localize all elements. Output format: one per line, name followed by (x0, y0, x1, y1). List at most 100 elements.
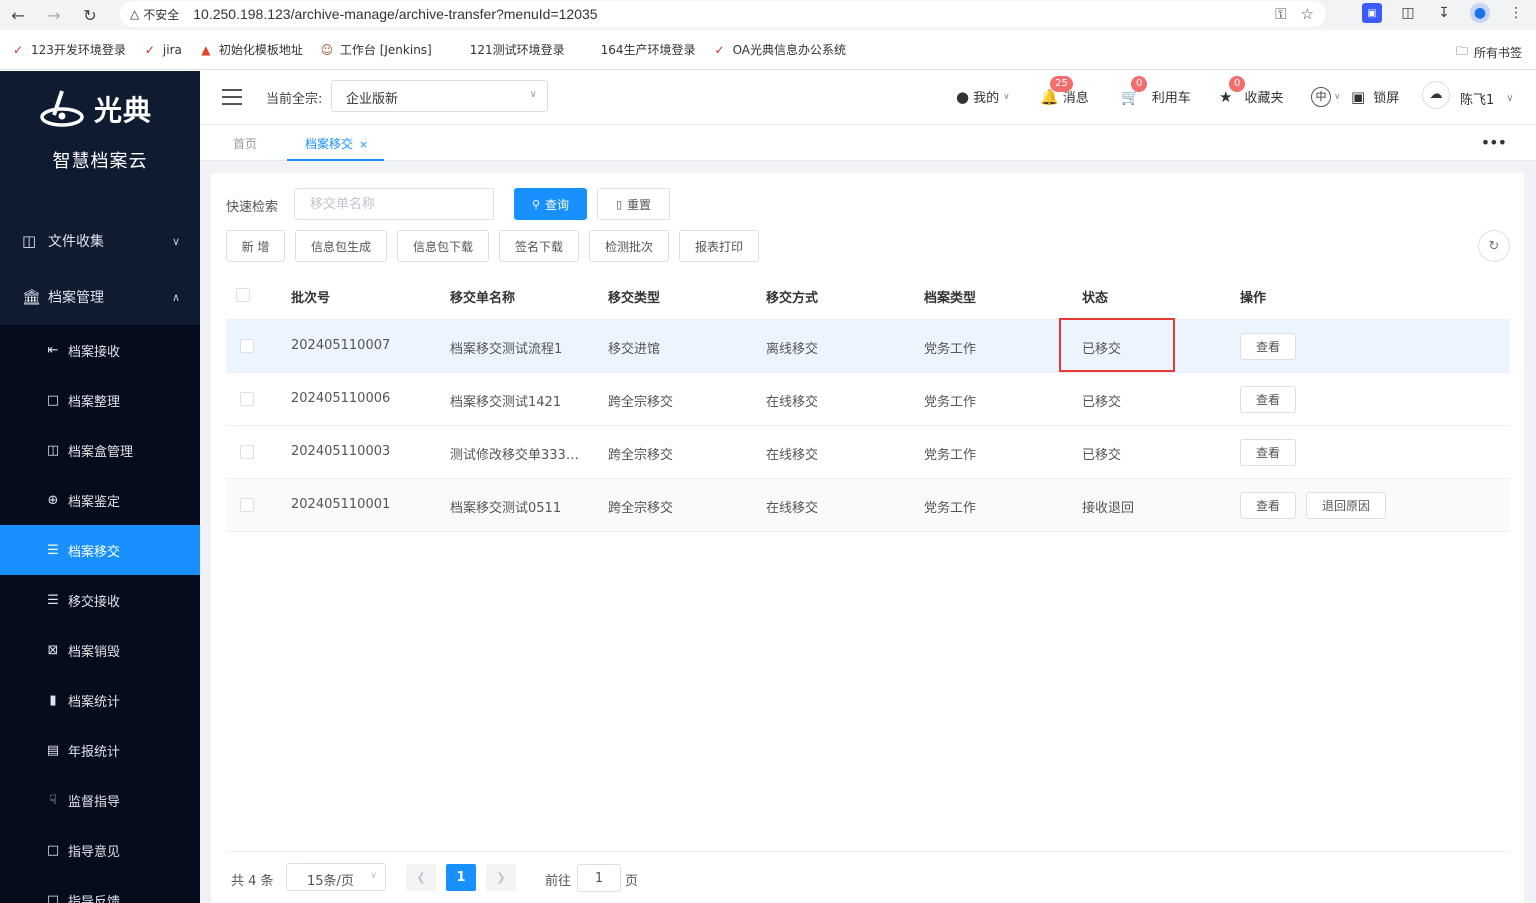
bookmark-item[interactable]: ▲ 初始化模板地址 (198, 41, 303, 58)
reset-button[interactable]: ▯ 重置 (597, 188, 670, 220)
view-button[interactable]: 查看 (1240, 439, 1296, 466)
transfer-mode: 在线移交 (766, 395, 819, 410)
user-menu[interactable]: ☁ 陈飞1 ∨ (1422, 81, 1514, 109)
bookmark-item[interactable]: ✓ OA光典信息办公系统 (712, 41, 846, 58)
bookmark-item[interactable]: ✓ 123开发环境登录 (10, 41, 126, 58)
puzzle-icon[interactable]: ◫ (1398, 3, 1418, 23)
table-row[interactable]: 202405110001 档案移交测试0511 跨全宗移交 在线移交 党务工作 … (226, 479, 1510, 532)
table-row[interactable]: 202405110007 档案移交测试流程1 移交进馆 离线移交 党务工作 已移… (226, 320, 1510, 373)
use-cart[interactable]: 🛒 0 利用车 (1121, 75, 1191, 106)
avatar: ☁ (1422, 81, 1450, 109)
logo-mark-icon (40, 90, 84, 127)
sidebar-item-archive-appraisal[interactable]: ⊕ 档案鉴定 (0, 475, 200, 525)
row-checkbox[interactable] (240, 392, 254, 406)
lock-screen[interactable]: ▣ 锁屏 (1351, 87, 1400, 107)
sidebar-item-archive-destroy[interactable]: ⊠ 档案销毁 (0, 625, 200, 675)
reload-icon[interactable]: ↻ (72, 6, 108, 25)
tab-archive-transfer[interactable]: 档案移交 × (305, 135, 368, 152)
download-package-button[interactable]: 信息包下载 (397, 230, 489, 262)
language-switch[interactable]: 中 ∨ (1311, 87, 1341, 107)
bookmark-item[interactable]: ✓ jira (142, 42, 182, 58)
select-all-checkbox[interactable] (236, 288, 250, 302)
current-fonds-value: 企业版新 (346, 92, 399, 107)
bookmark-item[interactable]: 164生产环境登录 (601, 41, 696, 58)
my-menu[interactable]: ● 我的 ∨ (956, 87, 1010, 107)
page-size-select[interactable]: 15条/页 ∨ (286, 863, 386, 891)
current-fonds-select[interactable]: 企业版新 ∨ (331, 80, 548, 112)
bookmark-item[interactable]: ☺ 工作台 [Jenkins] (319, 41, 432, 58)
goto-page-input[interactable] (577, 864, 621, 892)
print-report-button[interactable]: 报表打印 (679, 230, 759, 262)
page-size-value: 15条/页 (307, 874, 354, 889)
sidebar-item-box-management[interactable]: ◫ 档案盒管理 (0, 425, 200, 475)
search-icon: ⚲ (531, 197, 541, 211)
add-button[interactable]: 新 增 (226, 230, 285, 262)
back-icon[interactable]: ← (0, 6, 36, 25)
extension-icon[interactable]: ▣ (1362, 3, 1382, 23)
menu-group-file-collection[interactable]: ◫ 文件收集 ∨ (0, 216, 200, 266)
search-input[interactable] (294, 188, 494, 220)
list-icon: ☰ (47, 592, 59, 608)
view-button[interactable]: 查看 (1240, 333, 1296, 360)
sidebar-item-transfer-receive[interactable]: ☰ 移交接收 (0, 575, 200, 625)
more-horizontal-icon[interactable]: ••• (1481, 133, 1507, 152)
bookmark-label: 164生产环境登录 (600, 43, 696, 57)
chevron-down-icon: ∨ (1003, 91, 1010, 102)
table-row[interactable]: 202405110006 档案移交测试1421 跨全宗移交 在线移交 党务工作 … (226, 373, 1510, 426)
sidebar-item-label: 年报统计 (68, 744, 121, 760)
tab-home[interactable]: 首页 (233, 135, 257, 152)
chevron-down-icon: ∨ (529, 89, 537, 100)
download-signature-button[interactable]: 签名下载 (499, 230, 579, 262)
bell-icon: 🔔 25 (1040, 75, 1073, 106)
batch-number: 202405110001 (291, 497, 391, 512)
download-icon[interactable]: ↧ (1434, 3, 1454, 23)
view-button[interactable]: 查看 (1240, 386, 1296, 413)
profile-icon[interactable]: ● (1470, 3, 1490, 23)
batch-number: 202405110003 (291, 444, 391, 459)
generate-package-button[interactable]: 信息包生成 (295, 230, 387, 262)
row-checkbox[interactable] (240, 445, 254, 459)
sidebar-item-annual-report[interactable]: ▤ 年报统计 (0, 725, 200, 775)
chevron-down-icon: ∨ (171, 234, 180, 248)
view-button[interactable]: 查看 (1240, 492, 1296, 519)
lock-label: 锁屏 (1373, 91, 1400, 106)
sidebar-item-guidance-feedback[interactable]: □ 指导反馈 (0, 875, 200, 903)
messages[interactable]: 🔔 25 消息 (1040, 75, 1089, 106)
bank-icon: 🏛 (22, 288, 42, 306)
list-icon: ☰ (47, 542, 59, 558)
url-field[interactable]: △ 不安全 10.250.198.123/archive-manage/arch… (120, 1, 1326, 27)
table-row[interactable]: 202405110003 测试修改移交单333… 跨全宗移交 在线移交 党务工作… (226, 426, 1510, 479)
forward-icon[interactable]: → (36, 6, 72, 25)
current-fonds-label: 当前全宗: (266, 92, 323, 107)
bookmark-item[interactable]: 121测试环境登录 (470, 41, 565, 58)
comment-icon: □ (46, 842, 60, 858)
menu-toggle-icon[interactable] (222, 89, 242, 105)
all-bookmarks[interactable]: 🗀 所有书签 (1456, 42, 1522, 63)
menu-group-archive-management[interactable]: 🏛 档案管理 ∧ (0, 272, 200, 322)
sidebar-item-supervision[interactable]: ☟ 监督指导 (0, 775, 200, 825)
check-batch-button[interactable]: 检测批次 (589, 230, 669, 262)
sidebar-item-archive-receive[interactable]: ⇤ 档案接收 (0, 325, 200, 375)
next-page-icon[interactable]: ❯ (486, 864, 516, 891)
current-page[interactable]: 1 (446, 864, 476, 891)
status: 已移交 (1082, 395, 1122, 410)
tab-label: 档案移交 (305, 137, 354, 151)
return-reason-button[interactable]: 退回原因 (1306, 492, 1386, 519)
favorites[interactable]: ★ 0 收藏夹 (1219, 75, 1283, 106)
refresh-icon[interactable]: ↻ (1478, 230, 1510, 262)
key-icon[interactable]: ⚿ (1275, 5, 1286, 23)
sidebar-item-archive-transfer[interactable]: ☰ 档案移交 (0, 525, 200, 575)
red-logo-icon: ✓ (714, 42, 725, 57)
archive-type: 党务工作 (924, 395, 977, 410)
sidebar-item-archive-statistics[interactable]: ▮ 档案统计 (0, 675, 200, 725)
query-button[interactable]: ⚲ 查询 (514, 188, 587, 220)
star-icon[interactable]: ☆ (1301, 5, 1314, 23)
close-icon[interactable]: × (359, 138, 368, 151)
destroy-icon: ⊠ (47, 642, 59, 658)
sidebar-item-archive-organize[interactable]: □ 档案整理 (0, 375, 200, 425)
prev-page-icon[interactable]: ❮ (406, 864, 436, 891)
row-checkbox[interactable] (240, 339, 254, 353)
row-checkbox[interactable] (240, 498, 254, 512)
more-vert-icon[interactable]: ⋮ (1506, 3, 1526, 23)
sidebar-item-guidance-opinion[interactable]: □ 指导意见 (0, 825, 200, 875)
